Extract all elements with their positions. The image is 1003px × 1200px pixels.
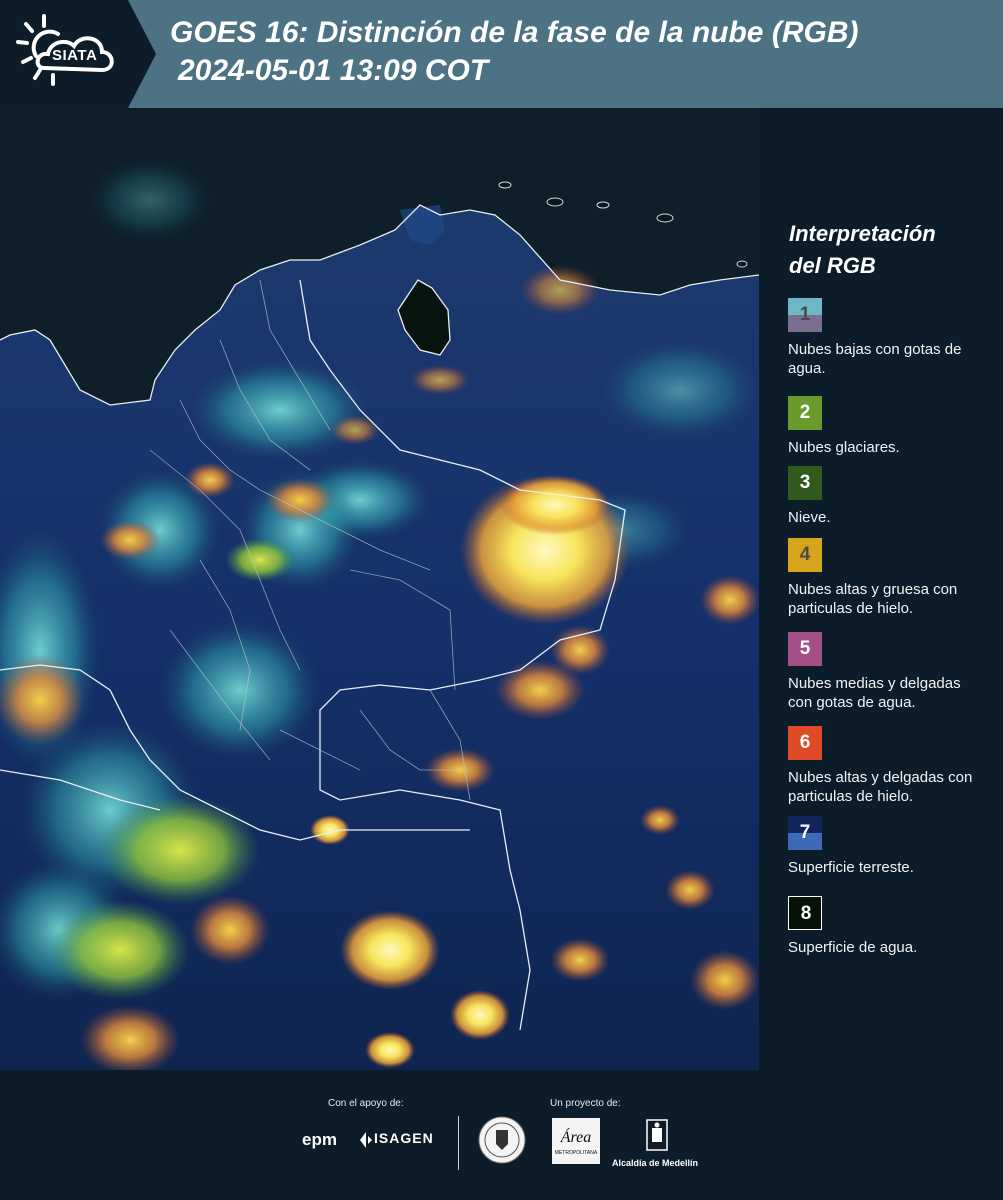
legend-swatch: 7 (788, 816, 822, 850)
legend-number: 4 (799, 544, 811, 565)
legend-title-line-1: Interpretación (789, 221, 936, 246)
support-label: Con el apoyo de: (328, 1098, 404, 1109)
title-line-2: 2024-05-01 13:09 COT (178, 54, 489, 87)
legend-item-7: 7 Superficie terreste. (788, 816, 998, 877)
legend-label: Nubes medias y delgadas con gotas de agu… (788, 675, 961, 711)
legend-number: 5 (799, 638, 811, 659)
epm-logo: epm (302, 1130, 337, 1149)
legend-swatch: 6 (788, 726, 822, 760)
legend-item-5: 5 Nubes medias y delgadas con gotas de ag… (788, 632, 998, 712)
legend-swatch: 2 (788, 396, 822, 430)
map-image (0, 110, 759, 1070)
seal-icon (478, 1116, 526, 1164)
logo-arrow (128, 0, 156, 108)
legend-title-line-2: del RGB (789, 253, 876, 278)
legend-swatch: 4 (788, 538, 822, 572)
legend-item-4: 4 Nubes altas y gruesa con particulas de … (788, 538, 998, 618)
legend-item-3: 3 Nieve. (788, 466, 998, 527)
legend-number: 2 (799, 402, 811, 423)
legend-label: Superficie de agua. (788, 939, 918, 956)
isagen-logo: ISAGEN (374, 1130, 434, 1146)
legend-swatch: 1 (788, 298, 822, 332)
legend-item-8: 8 Superficie de agua. (788, 896, 998, 957)
area-sub-text: METROPOLITANA (555, 1150, 598, 1156)
legend-label: Nieve. (788, 509, 831, 526)
header-bar: SIATA GOES 16: Distinción de la fase de … (0, 0, 1003, 108)
project-label: Un proyecto de: (550, 1098, 621, 1109)
legend-item-6: 6 Nubes altas y delgadas con particulas d… (788, 726, 998, 806)
legend-swatch: 8 (788, 896, 822, 930)
legend-item-2: 2 Nubes glaciares. (788, 396, 998, 457)
legend-number: 6 (799, 732, 811, 753)
footer-divider (458, 1116, 459, 1170)
isagen-mark-icon (360, 1132, 372, 1148)
legend-swatch: 5 (788, 632, 822, 666)
legend-number: 7 (799, 822, 811, 843)
alcaldia-crest-icon (646, 1119, 668, 1151)
storm-cloud-core (500, 475, 610, 535)
area-metropolitana-logo: Área METROPOLITANA (552, 1118, 600, 1164)
legend-number: 3 (799, 472, 811, 493)
legend-label: Nubes altas y gruesa con particulas de h… (788, 581, 958, 617)
legend-label: Superficie terreste. (788, 859, 914, 876)
legend-swatch: 3 (788, 466, 822, 500)
legend-label: Nubes altas y delgadas con particulas de… (788, 769, 973, 805)
logo-text: SIATA (52, 47, 98, 64)
area-text: Área (560, 1127, 592, 1146)
legend-title: Interpretación del RGB (789, 218, 998, 282)
page-title: GOES 16: Distinción de la fase de la nub… (170, 14, 858, 90)
title-line-1: GOES 16: Distinción de la fase de la nub… (170, 16, 859, 49)
satellite-rgb-map (0, 110, 759, 1070)
footer: Con el apoyo de: Un proyecto de: epm ISA… (0, 1070, 1003, 1200)
legend-item-1: 1 Nubes bajas con gotas de agua. (788, 298, 998, 378)
legend-panel: Interpretación del RGB (788, 218, 998, 296)
legend-label: Nubes glaciares. (788, 439, 900, 456)
legend-number: 8 (800, 903, 812, 924)
area-metropolitana-icon: Área METROPOLITANA (555, 1127, 598, 1156)
legend-number: 1 (799, 304, 811, 325)
alcaldia-text: Alcaldía de Medellín (612, 1158, 699, 1168)
legend-label: Nubes bajas con gotas de agua. (788, 341, 962, 377)
